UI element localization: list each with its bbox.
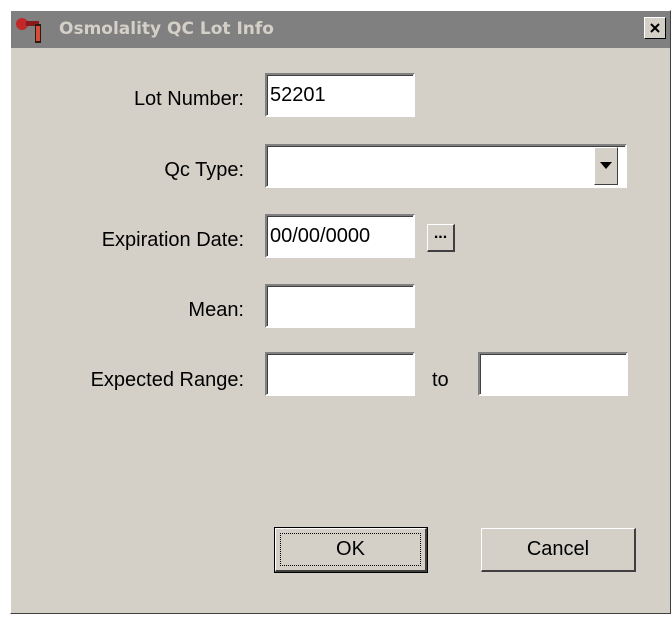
title-bar[interactable]: Osmolality QC Lot Info — [11, 11, 670, 48]
mean-input[interactable] — [265, 284, 415, 328]
expected-range-label: Expected Range: — [90, 369, 244, 391]
ok-button[interactable]: OK — [274, 527, 428, 573]
range-separator-label: to — [432, 369, 449, 391]
close-icon — [650, 23, 660, 33]
lot-number-label: Lot Number: — [133, 88, 244, 110]
lot-number-input[interactable]: 52201 — [265, 73, 415, 117]
date-picker-button[interactable]: ... — [427, 224, 455, 252]
expected-range-from-input[interactable] — [265, 352, 415, 396]
focus-ring — [280, 533, 421, 566]
qc-type-dropdown-button[interactable] — [594, 147, 618, 185]
expected-range-to-input[interactable] — [478, 352, 628, 396]
app-icon — [16, 18, 41, 43]
close-button[interactable] — [644, 17, 666, 39]
qc-type-label: Qc Type: — [164, 159, 244, 181]
window-title: Osmolality QC Lot Info — [59, 19, 274, 39]
mean-label: Mean: — [188, 299, 244, 321]
cancel-button[interactable]: Cancel — [481, 528, 636, 572]
cancel-button-label: Cancel — [526, 538, 590, 560]
dialog-window: Osmolality QC Lot Info Lot Number: 52201… — [10, 10, 671, 614]
expiration-date-label: Expiration Date: — [101, 229, 244, 251]
qc-type-select[interactable] — [265, 144, 627, 188]
expiration-date-input[interactable]: 00/00/0000 — [265, 214, 415, 258]
chevron-down-icon — [600, 162, 612, 169]
